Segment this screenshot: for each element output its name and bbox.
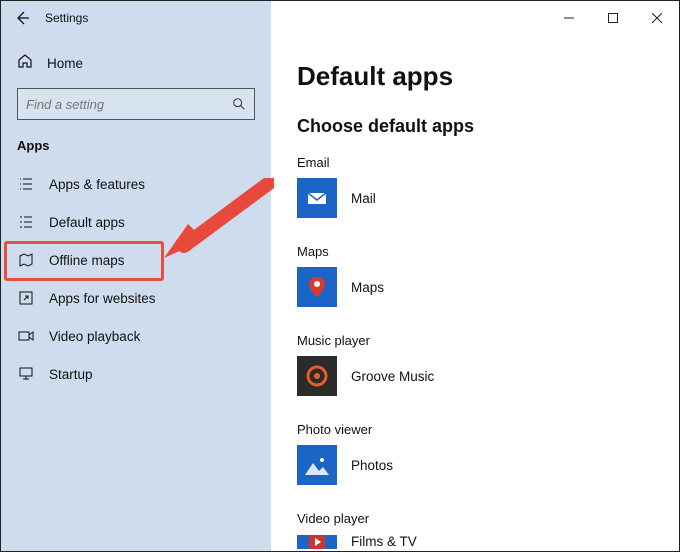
nav-apps-features[interactable]: Apps & features: [1, 165, 271, 203]
category-label: Email: [297, 155, 669, 170]
maximize-button[interactable]: [591, 1, 635, 35]
back-button[interactable]: [13, 9, 31, 27]
default-email: Email Mail: [297, 155, 669, 218]
sidebar: Home Apps Apps & features Default apps O…: [1, 35, 271, 551]
page-title: Default apps: [297, 61, 669, 92]
main-pane: Default apps Choose default apps Email M…: [271, 35, 679, 551]
maximize-icon: [608, 13, 618, 23]
app-name: Films & TV: [351, 534, 417, 549]
default-app-picker-photo[interactable]: Photos: [297, 445, 669, 485]
category-label: Music player: [297, 333, 669, 348]
photos-icon: [297, 445, 337, 485]
nav-label: Video playback: [49, 329, 140, 344]
home-label: Home: [47, 56, 83, 71]
category-label: Photo viewer: [297, 422, 669, 437]
nav-startup[interactable]: Startup: [1, 355, 271, 393]
search-input[interactable]: [26, 97, 232, 112]
arrow-left-icon: [14, 10, 30, 26]
nav-label: Apps for websites: [49, 291, 156, 306]
maps-icon: [297, 267, 337, 307]
search-box[interactable]: [17, 88, 255, 120]
list-icon: [17, 175, 35, 193]
startup-icon: [17, 365, 35, 383]
home-icon: [17, 53, 33, 74]
video-icon: [17, 327, 35, 345]
films-tv-icon: [297, 535, 337, 549]
default-video: Video player Films & TV: [297, 511, 669, 549]
default-app-picker-video[interactable]: Films & TV: [297, 534, 669, 549]
nav-label: Offline maps: [49, 253, 125, 268]
minimize-icon: [564, 13, 574, 23]
app-name: Mail: [351, 191, 376, 206]
window-title: Settings: [45, 11, 88, 25]
close-icon: [652, 13, 662, 23]
default-app-picker-maps[interactable]: Maps: [297, 267, 669, 307]
default-music: Music player Groove Music: [297, 333, 669, 396]
nav-video-playback[interactable]: Video playback: [1, 317, 271, 355]
mail-icon: [297, 178, 337, 218]
section-title: Choose default apps: [297, 116, 669, 137]
app-name: Photos: [351, 458, 393, 473]
category-label: Maps: [297, 244, 669, 259]
nav-label: Apps & features: [49, 177, 145, 192]
app-name: Groove Music: [351, 369, 434, 384]
default-app-picker-music[interactable]: Groove Music: [297, 356, 669, 396]
default-photo: Photo viewer Photos: [297, 422, 669, 485]
nav-label: Startup: [49, 367, 93, 382]
close-button[interactable]: [635, 1, 679, 35]
nav-offline-maps[interactable]: Offline maps: [1, 241, 271, 279]
minimize-button[interactable]: [547, 1, 591, 35]
search-icon: [232, 97, 246, 111]
nav-apps-websites[interactable]: Apps for websites: [1, 279, 271, 317]
category-label: Video player: [297, 511, 669, 526]
groove-icon: [297, 356, 337, 396]
category-header: Apps: [1, 138, 271, 165]
nav-default-apps[interactable]: Default apps: [1, 203, 271, 241]
default-app-picker-email[interactable]: Mail: [297, 178, 669, 218]
map-icon: [17, 251, 35, 269]
default-maps: Maps Maps: [297, 244, 669, 307]
open-icon: [17, 289, 35, 307]
defaults-icon: [17, 213, 35, 231]
nav-label: Default apps: [49, 215, 125, 230]
home-nav[interactable]: Home: [1, 47, 271, 88]
title-bar: Settings: [1, 1, 679, 35]
app-name: Maps: [351, 280, 384, 295]
